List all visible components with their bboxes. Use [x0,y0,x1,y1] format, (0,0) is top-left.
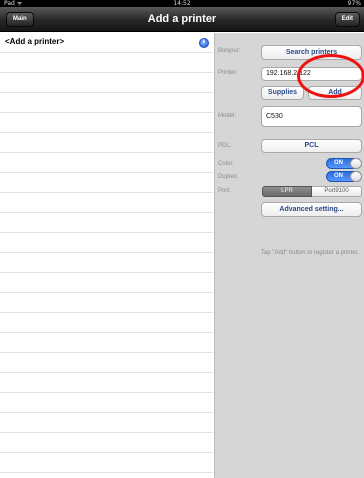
empty-row [0,133,213,153]
duplex-toggle-state: ON [334,173,343,179]
empty-row [0,173,213,193]
port-label: Port: [218,188,231,194]
empty-row [0,113,213,133]
printer-list: <Add a printer> [0,33,213,478]
detail-disclosure-icon[interactable] [199,36,209,48]
list-item[interactable]: <Add a printer> [0,33,213,53]
edit-button[interactable]: Edit [334,12,360,27]
empty-row [0,93,213,113]
battery-indicator: 97% [347,0,361,7]
empty-row [0,393,213,413]
page-title: Add a printer [147,13,217,25]
bonjour-label: Bonjour: [218,48,241,54]
empty-row [0,453,213,473]
pdl-selector[interactable]: PCL [261,139,362,153]
empty-row [0,253,213,273]
color-toggle-state: ON [334,160,343,166]
empty-row [0,213,213,233]
hint-text: Tap "Add" button to register a printer. [261,250,359,256]
empty-row [0,233,213,253]
color-label: Color: [218,161,235,167]
toggle-knob [350,171,362,182]
annotation-circle [297,54,364,98]
empty-row [0,53,213,73]
empty-row [0,333,213,353]
supplies-button[interactable]: Supplies [261,86,304,100]
color-toggle[interactable]: ON [326,158,362,169]
empty-row [0,313,213,333]
empty-row [0,273,213,293]
empty-row [0,153,213,173]
printer-label: Printer: [218,70,238,76]
list-item-label: <Add a printer> [5,37,65,46]
advanced-setting-button[interactable]: Advanced setting... [261,202,362,217]
empty-row [0,373,213,393]
printer-settings-panel: Bonjour: Search printers Printer: 192.16… [214,33,364,478]
model-field[interactable]: C530 [261,106,362,127]
empty-row [0,293,213,313]
duplex-label: Duplex: [218,174,239,180]
empty-row [0,353,213,373]
pdl-label: PDL: [218,143,232,149]
model-label: Model: [218,113,237,119]
empty-row [0,433,213,453]
empty-row [0,73,213,93]
empty-row [0,193,213,213]
port-option-9100[interactable]: Port9100 [312,186,362,197]
navigation-bar: Main Add a printer Edit [0,7,364,32]
clock: 14:52 [173,0,191,7]
status-bar: Pad ᯤ 14:52 97% [0,0,364,7]
duplex-toggle[interactable]: ON [326,171,362,182]
empty-row [0,413,213,433]
port-option-lpr[interactable]: LPR [262,186,312,197]
toggle-knob [350,158,362,169]
